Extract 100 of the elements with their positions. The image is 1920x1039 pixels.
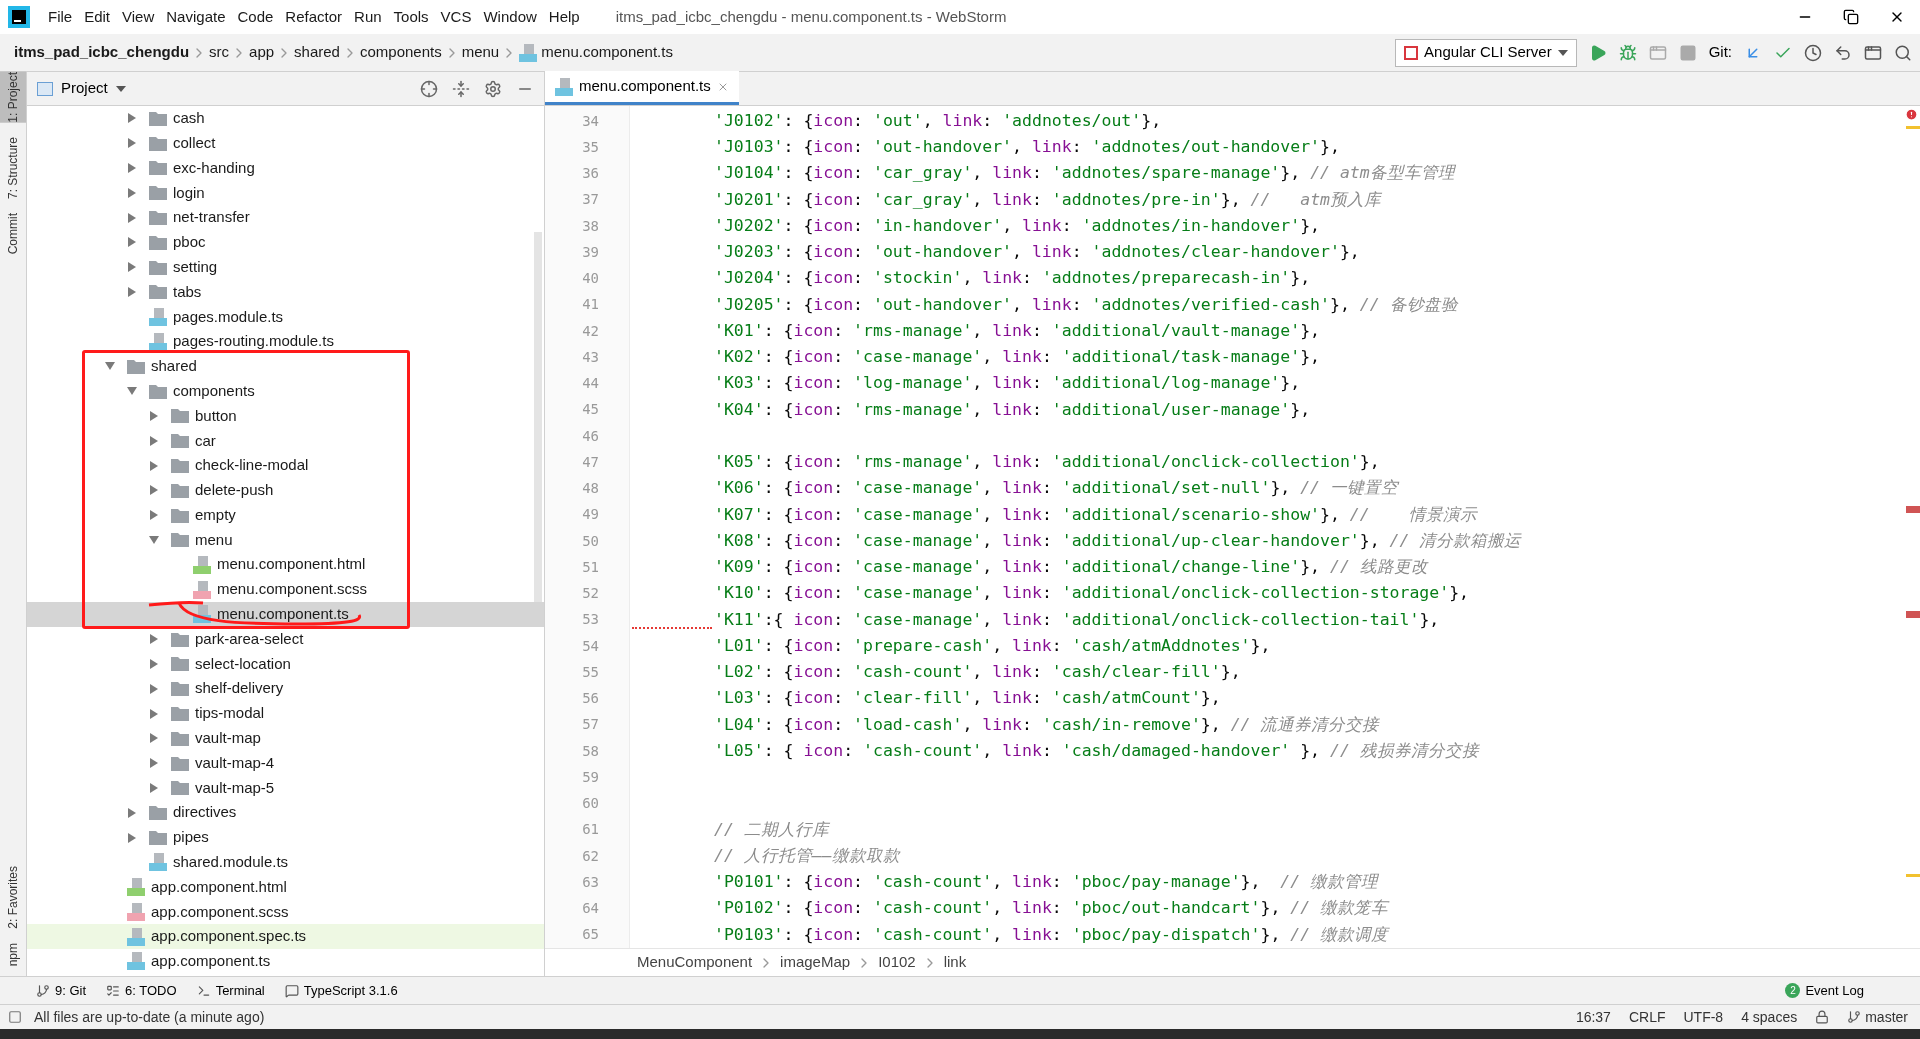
tree-item[interactable]: net-transfer bbox=[27, 205, 544, 230]
collapsed-arrow-icon[interactable] bbox=[149, 733, 159, 744]
collapsed-arrow-icon[interactable] bbox=[149, 510, 159, 521]
run-config-dropdown[interactable]: Angular CLI Server bbox=[1395, 38, 1577, 67]
collapse-all-icon[interactable] bbox=[452, 79, 470, 98]
tree-item[interactable]: menu.component.scss bbox=[27, 577, 544, 602]
tree-item[interactable]: login bbox=[27, 180, 544, 206]
collapsed-arrow-icon[interactable] bbox=[127, 237, 137, 248]
tree-item[interactable]: vault-map bbox=[27, 725, 544, 751]
tree-item[interactable]: app.component.scss bbox=[27, 899, 544, 925]
tree-item[interactable]: shared bbox=[27, 353, 544, 379]
menubar-option[interactable]: Code bbox=[231, 5, 280, 29]
menubar-option[interactable]: Edit bbox=[78, 5, 117, 29]
editor-tab[interactable]: menu.component.ts bbox=[545, 71, 739, 105]
breadcrumb-item[interactable]: itms_pad_icbc_chengdu bbox=[14, 41, 190, 64]
tree-item[interactable]: menu.component.ts bbox=[27, 601, 544, 627]
tree-item[interactable]: delete-push bbox=[27, 477, 544, 503]
locate-icon[interactable] bbox=[420, 79, 438, 98]
tree-item[interactable]: empty bbox=[27, 502, 544, 528]
collapsed-arrow-icon[interactable] bbox=[127, 286, 137, 297]
collapsed-arrow-icon[interactable] bbox=[127, 187, 137, 198]
search-icon[interactable] bbox=[1894, 43, 1912, 62]
tree-item[interactable]: vault-map-4 bbox=[27, 750, 544, 776]
breadcrumb-item[interactable]: I0102 bbox=[878, 951, 916, 974]
tool-window-button[interactable]: 6: TODO bbox=[106, 980, 177, 1001]
tree-item[interactable]: park-area-select bbox=[27, 626, 544, 652]
status-item[interactable]: 4 spaces bbox=[1741, 1006, 1798, 1028]
tree-item[interactable]: shared.module.ts bbox=[27, 849, 544, 875]
tree-item[interactable]: button bbox=[27, 403, 544, 429]
collapsed-arrow-icon[interactable] bbox=[149, 485, 159, 496]
tree-item[interactable]: app.component.spec.ts bbox=[27, 924, 544, 950]
menubar-option[interactable]: VCS bbox=[434, 5, 478, 29]
error-marker[interactable] bbox=[1906, 506, 1920, 513]
tree-item[interactable]: components bbox=[27, 378, 544, 404]
tree-item[interactable]: pboc bbox=[27, 230, 544, 255]
window-icon[interactable] bbox=[1864, 43, 1882, 62]
status-item[interactable]: UTF-8 bbox=[1683, 1006, 1724, 1028]
breadcrumb-item[interactable]: MenuComponent bbox=[637, 951, 753, 974]
collapsed-arrow-icon[interactable] bbox=[127, 113, 137, 124]
tree-item[interactable]: select-location bbox=[27, 651, 544, 677]
tree-item[interactable]: car bbox=[27, 428, 544, 454]
tree-item[interactable]: tabs bbox=[27, 279, 544, 305]
menubar-option[interactable]: Tools bbox=[387, 5, 435, 29]
warning-marker[interactable] bbox=[1906, 874, 1920, 877]
expanded-arrow-icon[interactable] bbox=[105, 361, 115, 372]
tree-item[interactable]: pipes bbox=[27, 825, 544, 850]
collapsed-arrow-icon[interactable] bbox=[149, 658, 159, 669]
collapsed-arrow-icon[interactable] bbox=[149, 435, 159, 446]
expanded-arrow-icon[interactable] bbox=[127, 386, 137, 397]
breadcrumb-item[interactable]: app bbox=[249, 41, 275, 64]
collapsed-arrow-icon[interactable] bbox=[149, 708, 159, 719]
breadcrumb-item[interactable]: link bbox=[943, 951, 967, 974]
event-log-button[interactable]: 2 Event Log bbox=[1785, 980, 1864, 1001]
collapsed-arrow-icon[interactable] bbox=[149, 782, 159, 793]
tree-item[interactable]: pages.module.ts bbox=[27, 304, 544, 330]
tool-window-button[interactable]: TypeScript 3.1.6 bbox=[284, 980, 398, 1001]
menubar-option[interactable]: Run bbox=[348, 5, 388, 29]
collapsed-arrow-icon[interactable] bbox=[127, 262, 137, 273]
tree-item[interactable]: app.component.html bbox=[27, 874, 544, 900]
collapsed-arrow-icon[interactable] bbox=[127, 138, 137, 149]
menubar-option[interactable]: View bbox=[116, 5, 161, 29]
expanded-arrow-icon[interactable] bbox=[149, 534, 159, 545]
breadcrumb-item[interactable]: src bbox=[209, 41, 230, 64]
restore-icon[interactable] bbox=[1843, 9, 1859, 25]
collapsed-arrow-icon[interactable] bbox=[127, 212, 137, 223]
breadcrumb-item[interactable]: menu.component.ts bbox=[541, 41, 673, 64]
tool-window-tab[interactable]: Commit bbox=[0, 212, 26, 255]
status-item[interactable]: CRLF bbox=[1628, 1006, 1666, 1028]
status-item[interactable]: 16:37 bbox=[1575, 1006, 1611, 1028]
menubar-option[interactable]: Refactor bbox=[279, 5, 349, 29]
tool-window-tab[interactable]: 1: Project bbox=[0, 72, 26, 123]
tool-window-button[interactable]: Terminal bbox=[196, 980, 265, 1001]
panel-toggle-icon[interactable] bbox=[8, 1010, 22, 1024]
error-icon[interactable] bbox=[1905, 108, 1918, 121]
history-icon[interactable] bbox=[1804, 43, 1822, 62]
collapsed-arrow-icon[interactable] bbox=[127, 832, 137, 843]
collapsed-arrow-icon[interactable] bbox=[149, 410, 159, 421]
menubar-option[interactable]: Window bbox=[477, 5, 543, 29]
tree-item[interactable]: exc-handing bbox=[27, 155, 544, 181]
menubar-option[interactable]: Help bbox=[542, 5, 586, 29]
tree-item[interactable]: menu.component.html bbox=[27, 552, 544, 578]
tree-item[interactable]: collect bbox=[27, 130, 544, 156]
panel-title[interactable]: Project bbox=[61, 77, 108, 100]
breadcrumb-item[interactable]: menu bbox=[461, 41, 500, 64]
tool-window-tab[interactable]: 2: Favorites bbox=[0, 865, 26, 929]
collapsed-arrow-icon[interactable] bbox=[149, 758, 159, 769]
tree-item[interactable]: setting bbox=[27, 254, 544, 280]
collapsed-arrow-icon[interactable] bbox=[149, 460, 159, 471]
collapsed-arrow-icon[interactable] bbox=[149, 683, 159, 694]
revert-icon[interactable] bbox=[1834, 43, 1852, 62]
scrollbar[interactable] bbox=[534, 232, 542, 602]
tree-item[interactable]: vault-map-5 bbox=[27, 775, 544, 801]
menubar-option[interactable]: File bbox=[42, 5, 79, 29]
git-branch-widget[interactable]: master bbox=[1847, 1006, 1908, 1028]
caret-icon[interactable] bbox=[115, 85, 126, 92]
tree-item[interactable]: check-line-modal bbox=[27, 453, 544, 478]
tree-item[interactable]: cash bbox=[27, 106, 544, 131]
breadcrumb-item[interactable]: components bbox=[359, 41, 442, 64]
tree-item[interactable]: app.component.ts bbox=[27, 949, 544, 974]
tree-item[interactable]: pages-routing.module.ts bbox=[27, 329, 544, 354]
